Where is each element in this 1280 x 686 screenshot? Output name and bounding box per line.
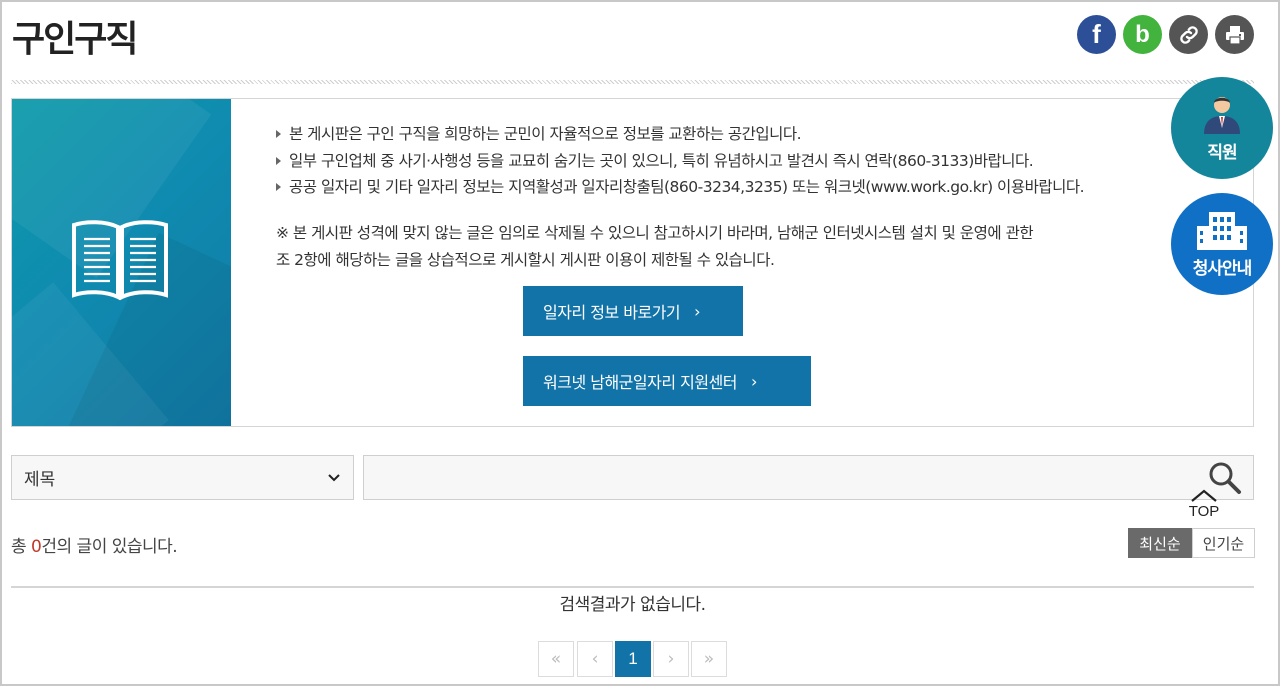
blog-icon: b — [1135, 20, 1150, 48]
notice-item: 공공 일자리 및 기타 일자리 정보는 지역활성과 일자리창출팀(860-323… — [276, 174, 1085, 201]
notice-item: 본 게시판은 구인 구직을 희망하는 군민이 자율적으로 정보를 교환하는 공간… — [276, 121, 1084, 148]
staff-icon — [1204, 96, 1240, 134]
print-icon — [1225, 25, 1244, 45]
chevron-right-icon: › — [694, 301, 701, 321]
title-divider — [11, 80, 1254, 84]
notice-box: 본 게시판은 구인 구직을 희망하는 군민이 자율적으로 정보를 교환하는 공간… — [11, 98, 1254, 427]
facebook-icon: f — [1092, 19, 1101, 49]
chevron-up-icon — [1191, 489, 1217, 502]
notice-item: 일부 구인업체 중 사기·사행성 등을 교묘히 숨기는 곳이 있으니, 특히 유… — [276, 148, 1084, 175]
blog-share-button[interactable]: b — [1123, 15, 1162, 54]
office-guide-button[interactable]: 청사안내 — [1171, 193, 1273, 295]
book-icon — [72, 220, 168, 301]
copy-link-button[interactable] — [1169, 15, 1208, 54]
page-number-button[interactable]: 1 — [615, 641, 651, 677]
sort-popular-button[interactable]: 인기순 — [1192, 528, 1255, 558]
bullet-icon — [276, 183, 281, 191]
notice-list: 본 게시판은 구인 구직을 희망하는 군민이 자율적으로 정보를 교환하는 공간… — [276, 121, 1085, 201]
last-page-button[interactable]: » — [691, 641, 727, 677]
print-button[interactable] — [1215, 15, 1254, 54]
page-title: 구인구직 — [12, 19, 138, 60]
search-input[interactable] — [363, 455, 1254, 500]
scroll-top-button[interactable]: TOP — [1180, 472, 1228, 520]
chevron-right-icon: › — [751, 371, 757, 391]
first-page-button[interactable]: « — [538, 641, 574, 677]
bullet-icon — [276, 130, 281, 138]
prev-page-button[interactable]: ‹ — [577, 641, 613, 677]
notice-image — [12, 99, 231, 426]
building-icon — [1197, 211, 1247, 250]
staff-button[interactable]: 직원 — [1171, 77, 1273, 179]
notice-warning: ※ 본 게시판 성격에 맞지 않는 글은 임의로 삭제될 수 있으니 참고하시기… — [276, 224, 1034, 269]
sort-latest-button[interactable]: 최신순 — [1128, 528, 1192, 558]
link-icon — [1179, 25, 1198, 44]
post-count: 총 0건의 글이 있습니다. — [11, 537, 178, 557]
bullet-icon — [276, 156, 281, 165]
list-divider — [11, 586, 1254, 588]
empty-result-message: 검색결과가 없습니다. — [559, 595, 706, 615]
job-info-button[interactable]: 일자리 정보 바로가기 › — [523, 286, 743, 336]
next-page-button[interactable]: › — [653, 641, 689, 677]
search-field-select[interactable]: 제목 — [11, 455, 354, 500]
worknet-button[interactable]: 워크넷 남해군일자리 지원센터 › — [523, 356, 811, 406]
chevron-down-icon — [328, 473, 340, 481]
facebook-share-button[interactable]: f — [1077, 15, 1116, 54]
